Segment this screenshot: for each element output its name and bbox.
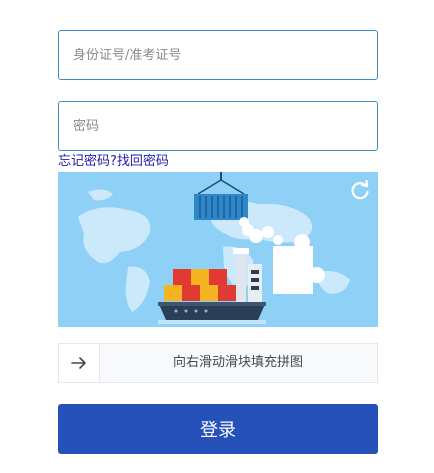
password-input[interactable] [58,101,378,151]
captcha-slider[interactable]: 向右滑动滑块填充拼图 [58,343,378,383]
forgot-password-link[interactable]: 忘记密码?找回密码 [58,153,169,171]
arrow-right-icon [71,357,86,369]
login-button[interactable]: 登录 [58,404,378,454]
slider-hint-text: 向右滑动滑块填充拼图 [172,355,303,370]
refresh-icon[interactable] [349,180,371,202]
captcha-image [58,172,378,327]
slider-handle[interactable] [59,344,100,382]
id-number-input[interactable] [58,30,378,80]
captcha-picture [58,172,378,327]
